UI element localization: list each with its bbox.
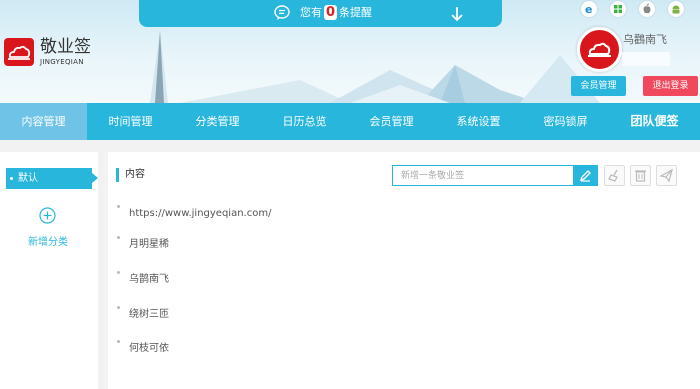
note-text: 月明星稀	[129, 239, 169, 250]
android-icon[interactable]	[668, 1, 684, 17]
windows-icon[interactable]	[610, 1, 626, 17]
content-panel	[108, 152, 700, 389]
nav-password-lock[interactable]: 密码锁屏	[522, 103, 609, 140]
note-bullet	[117, 306, 120, 309]
category-dot-icon	[10, 177, 13, 180]
reminder-prefix: 您有	[300, 6, 322, 19]
brand-title: 敬业签	[40, 37, 91, 57]
header: 您有 0 条提醒 敬业签 JINGYEQIAN e 乌鸛南飞 会员管理 退出登录	[0, 0, 700, 103]
add-category-label[interactable]: 新增分类	[28, 233, 68, 248]
user-info-masked	[622, 52, 670, 66]
svg-text:e: e	[585, 3, 592, 16]
reminder-banner[interactable]: 您有 0 条提醒	[139, 0, 502, 27]
nav-content-manage[interactable]: 内容管理	[0, 103, 87, 140]
nav-system-settings[interactable]: 系统设置	[435, 103, 522, 140]
note-bullet	[117, 271, 120, 274]
delete-button[interactable]	[630, 165, 651, 186]
content-title-marker	[116, 168, 119, 182]
clean-button[interactable]	[604, 165, 625, 186]
user-avatar[interactable]	[577, 27, 622, 72]
nav-time-manage[interactable]: 时间管理	[87, 103, 174, 140]
nav-calendar-overview[interactable]: 日历总览	[261, 103, 348, 140]
reminder-text: 您有 0 条提醒	[300, 5, 373, 20]
cloud-logo-icon	[8, 45, 31, 60]
apple-icon[interactable]	[639, 1, 655, 17]
nav-team-notes[interactable]: 团队便签	[609, 103, 700, 140]
pencil-icon	[579, 170, 591, 182]
main-nav: 内容管理 时间管理 分类管理 日历总览 会员管理 系统设置 密码锁屏 团队便签	[0, 103, 700, 140]
member-manage-button[interactable]: 会员管理	[571, 76, 626, 96]
user-name: 乌鸛南飞	[623, 33, 667, 46]
category-default[interactable]: 默认	[6, 168, 98, 189]
new-note-input[interactable]	[392, 165, 573, 186]
add-note-button[interactable]	[573, 165, 598, 186]
broom-icon	[608, 169, 618, 182]
brand-logo	[4, 38, 34, 66]
reminder-count: 0	[324, 5, 338, 20]
note-bullet	[117, 205, 120, 208]
cloud-avatar-icon	[588, 42, 611, 57]
note-bullet	[117, 340, 120, 343]
brand-subtitle: JINGYEQIAN	[40, 58, 84, 66]
send-button[interactable]	[656, 165, 677, 186]
nav-member-manage[interactable]: 会员管理	[348, 103, 435, 140]
content-title: 内容	[125, 169, 145, 180]
ie-icon[interactable]: e	[581, 1, 597, 17]
nav-category-manage[interactable]: 分类管理	[174, 103, 261, 140]
note-text: 何枝可依	[129, 343, 169, 354]
arrow-down-icon[interactable]	[450, 6, 464, 22]
logout-button[interactable]: 退出登录	[643, 76, 698, 96]
note-text: https://www.jingyeqian.com/	[129, 208, 272, 219]
note-text: 乌鹊南飞	[129, 274, 169, 285]
message-bubble-icon	[274, 5, 290, 20]
category-default-label: 默认	[18, 173, 38, 184]
note-text: 绕树三匝	[129, 309, 169, 320]
add-category-icon[interactable]	[39, 207, 56, 224]
trash-icon	[635, 170, 646, 182]
paper-plane-icon	[659, 168, 673, 183]
reminder-suffix: 条提醒	[339, 6, 373, 19]
note-bullet	[117, 236, 120, 239]
